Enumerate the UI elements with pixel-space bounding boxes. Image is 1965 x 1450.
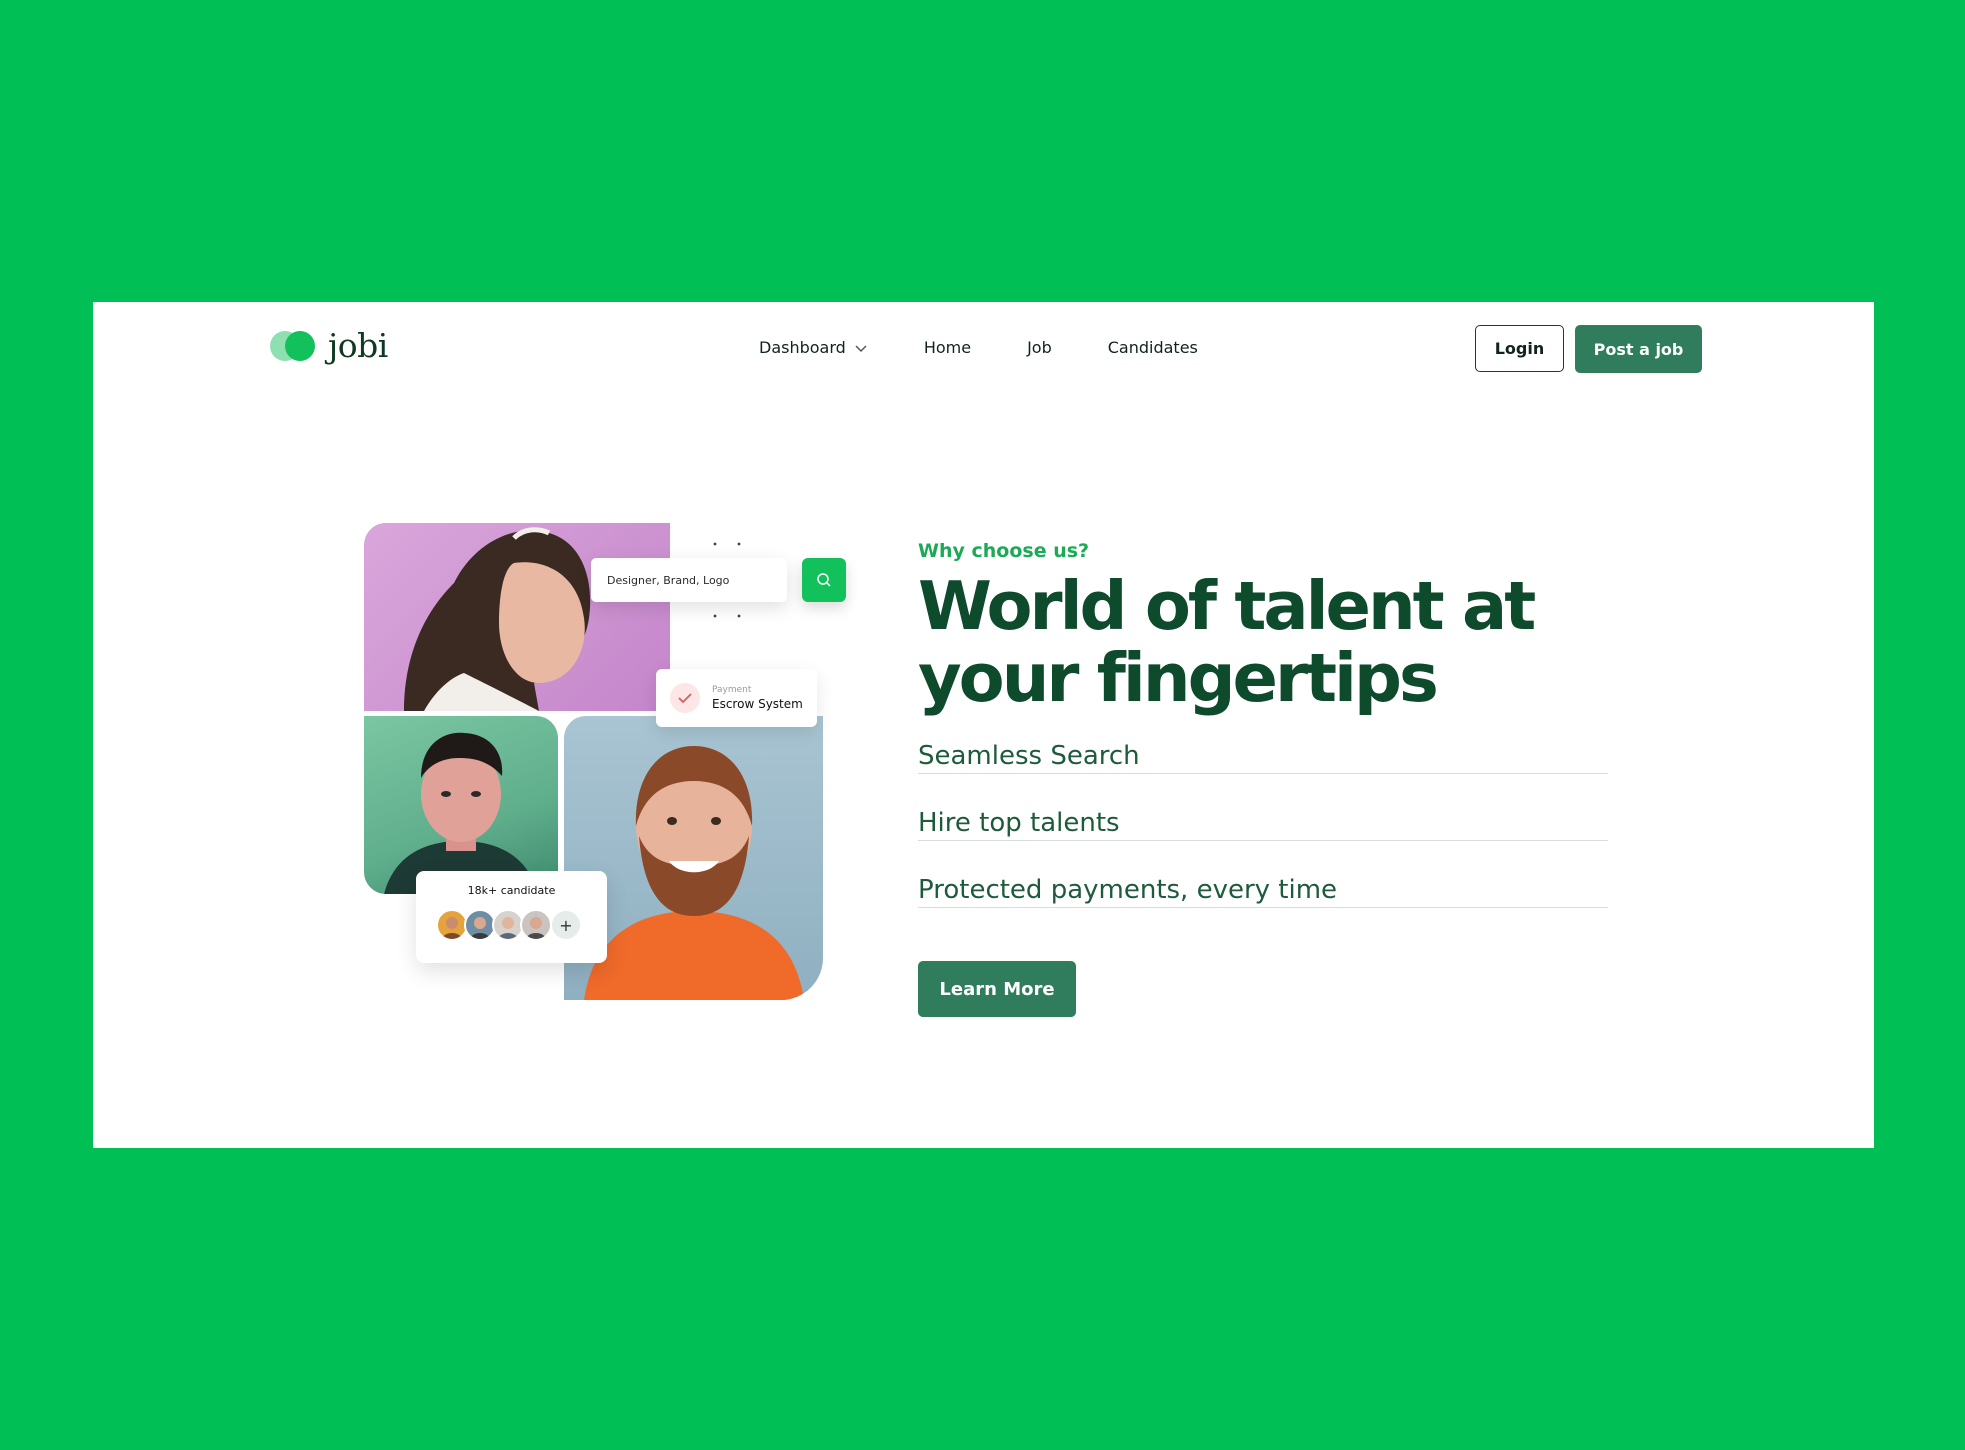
feature-item: Protected payments, every time xyxy=(918,875,1608,908)
nav-item-label: Home xyxy=(923,338,972,357)
nav-item-label: Dashboard xyxy=(759,338,846,357)
landing-page: jobi Dashboard Home Job Candidates Login… xyxy=(93,302,1874,1148)
candidate-count-card: 18k+ candidate + xyxy=(416,871,607,963)
escrow-caption: Payment xyxy=(712,685,752,695)
hero-headline: World of talent at your fingertips xyxy=(918,567,1536,717)
main-nav: Dashboard Home Job Candidates xyxy=(759,338,1198,357)
brand-name: jobi xyxy=(328,326,388,365)
escrow-card: Payment Escrow System xyxy=(656,669,817,727)
nav-item-candidates[interactable]: Candidates xyxy=(1108,338,1198,357)
check-icon xyxy=(670,683,700,713)
escrow-title: Escrow System xyxy=(712,697,803,711)
candidate-count-label: 18k+ candidate xyxy=(467,884,556,897)
search-icon xyxy=(817,573,831,587)
nav-item-label: Candidates xyxy=(1107,338,1198,357)
logo-mark-icon xyxy=(270,330,316,361)
search-button[interactable] xyxy=(802,558,846,602)
avatar xyxy=(520,909,552,941)
chevron-down-icon xyxy=(855,344,867,352)
photo-woman xyxy=(364,523,670,711)
nav-item-job[interactable]: Job xyxy=(1027,338,1052,357)
search-input[interactable]: Designer, Brand, Logo xyxy=(591,558,787,602)
section-eyebrow: Why choose us? xyxy=(918,540,1090,562)
photo-man-serious xyxy=(364,716,558,894)
nav-item-dashboard[interactable]: Dashboard xyxy=(759,338,868,357)
add-candidate-button[interactable]: + xyxy=(550,909,582,941)
avatar-group: + xyxy=(436,909,582,941)
nav-item-home[interactable]: Home xyxy=(924,338,971,357)
learn-more-button[interactable]: Learn More xyxy=(918,961,1076,1017)
post-job-button[interactable]: Post a job xyxy=(1575,325,1702,373)
feature-item: Seamless Search xyxy=(918,741,1608,774)
brand-logo[interactable]: jobi xyxy=(270,329,388,362)
nav-item-label: Job xyxy=(1027,338,1052,357)
login-button[interactable]: Login xyxy=(1475,325,1564,372)
feature-item: Hire top talents xyxy=(918,808,1608,841)
